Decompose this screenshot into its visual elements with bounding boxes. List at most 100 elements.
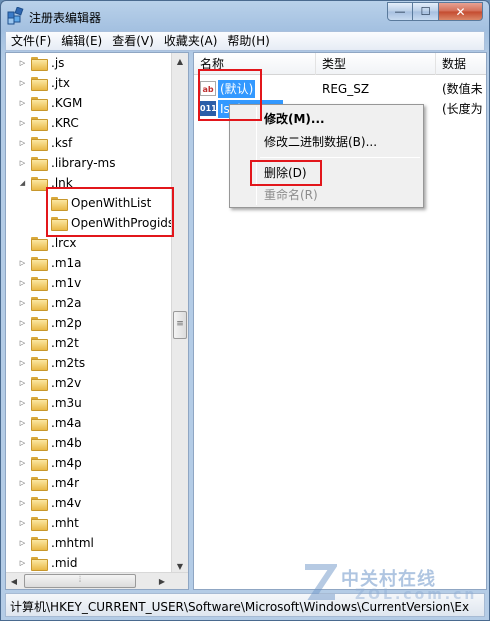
zol-logo-icon [305, 564, 337, 600]
tree-item[interactable]: ▷ .m1v [18, 273, 81, 293]
tree-item[interactable]: ▷ .m2v [18, 373, 81, 393]
menu-favorites[interactable]: 收藏夹(A) [159, 32, 223, 50]
tree-item[interactable]: ▷ .mid [18, 553, 77, 573]
tree-item[interactable]: ▷ .mhtml [18, 533, 94, 553]
expand-icon[interactable]: ▷ [18, 519, 27, 528]
scroll-up-icon[interactable]: ▲ [172, 53, 188, 69]
tree-item-label: .m4v [51, 496, 82, 510]
tree-item[interactable]: ▷ .m4p [18, 453, 82, 473]
menu-bar: 文件(F) 编辑(E) 查看(V) 收藏夹(A) 帮助(H) [5, 31, 485, 51]
minimize-button[interactable]: — [387, 2, 413, 21]
expand-icon[interactable]: ▷ [18, 459, 27, 468]
expand-icon[interactable]: ▷ [18, 59, 27, 68]
minimize-icon: — [394, 5, 406, 18]
tree-vertical-scrollbar[interactable]: ▲ ≡ ▼ [171, 53, 188, 574]
column-type[interactable]: 类型 [316, 53, 436, 75]
tree-hscroll-thumb[interactable]: ⦙ [24, 574, 136, 588]
window-title: 注册表编辑器 [29, 11, 102, 25]
menu-view[interactable]: 查看(V) [107, 32, 159, 50]
key-tree-pane[interactable]: ▷ .js ▷ .jtx ▷ .KGM ▷ .KRC ▷ .ksf ▷ .library-ms ◢ .ln… [5, 52, 189, 590]
folder-icon [31, 536, 48, 551]
expand-icon[interactable]: ▷ [18, 379, 27, 388]
tree-item-label: .mid [51, 556, 78, 570]
collapse-icon[interactable]: ◢ [18, 179, 27, 188]
expand-icon[interactable]: ▷ [18, 119, 27, 128]
close-button[interactable]: ✕ [439, 2, 483, 21]
menu-item-modify-binary[interactable]: 修改二进制数据(B)... [230, 131, 423, 153]
tree-item-label: .m4a [51, 416, 82, 430]
menu-file[interactable]: 文件(F) [6, 32, 56, 50]
tree-item-label: .library-ms [51, 156, 116, 170]
close-icon: ✕ [455, 4, 466, 19]
expand-icon[interactable]: ▷ [18, 319, 27, 328]
tree-item[interactable]: ▷ .m2p [18, 313, 82, 333]
menu-help[interactable]: 帮助(H) [222, 32, 274, 50]
expand-icon[interactable]: ▷ [18, 159, 27, 168]
expand-icon[interactable]: ▷ [18, 279, 27, 288]
tree-item[interactable]: ▷ .KRC [18, 113, 79, 133]
folder-icon [31, 376, 48, 391]
tree-item-label: .KRC [51, 116, 79, 130]
tree-item-label: .m4p [51, 456, 82, 470]
tree-item[interactable]: ▷ .m2ts [18, 353, 85, 373]
expand-icon[interactable]: ▷ [18, 499, 27, 508]
menu-edit[interactable]: 编辑(E) [56, 32, 107, 50]
column-data[interactable]: 数据 [436, 53, 486, 75]
value-data: (长度为 [442, 102, 483, 116]
tree-item-label: .m3u [51, 396, 82, 410]
expand-icon[interactable]: ▷ [18, 479, 27, 488]
expand-icon[interactable]: ▷ [18, 559, 27, 568]
expand-icon[interactable]: ▷ [18, 99, 27, 108]
tree-horizontal-scrollbar[interactable]: ◀ ⦙ ▶ [6, 572, 188, 589]
expand-icon[interactable]: ▷ [18, 299, 27, 308]
tree-item-label: .js [51, 56, 65, 70]
tree-item-label: .m2t [51, 336, 79, 350]
folder-icon [31, 456, 48, 471]
tree-item-label: .m1a [51, 256, 82, 270]
tree-item[interactable]: ▷ .m2a [18, 293, 82, 313]
folder-icon [31, 156, 48, 171]
tree-item[interactable]: ▷ .m3u [18, 393, 82, 413]
scroll-left-icon[interactable]: ◀ [6, 573, 22, 589]
expand-icon[interactable]: ▷ [18, 439, 27, 448]
tree-item[interactable]: ▷ .js [18, 53, 64, 73]
tree-item[interactable]: ▷ .m4a [18, 413, 82, 433]
tree-item-label: .m1v [51, 276, 82, 290]
tree-item[interactable]: ▷ .m1a [18, 253, 82, 273]
no-expander [18, 239, 27, 248]
highlight-delete [250, 160, 322, 186]
tree-item[interactable]: ▷ .ksf [18, 133, 72, 153]
expand-icon[interactable]: ▷ [18, 259, 27, 268]
tree-item[interactable]: ▷ .m4v [18, 493, 81, 513]
folder-icon [31, 116, 48, 131]
tree-item[interactable]: ▷ .mht [18, 513, 79, 533]
tree-item-label: .KGM [51, 96, 83, 110]
expand-icon[interactable]: ▷ [18, 359, 27, 368]
title-bar[interactable]: 注册表编辑器 — ☐ ✕ [1, 1, 489, 31]
expand-icon[interactable]: ▷ [18, 539, 27, 548]
expand-icon[interactable]: ▷ [18, 399, 27, 408]
tree-item-label: .ksf [51, 136, 73, 150]
tree-item[interactable]: ▷ .jtx [18, 73, 70, 93]
folder-icon [31, 496, 48, 511]
tree-scroll-thumb[interactable]: ≡ [173, 311, 187, 339]
maximize-button[interactable]: ☐ [413, 2, 439, 21]
tree-item[interactable]: ▷ .m2t [18, 333, 79, 353]
highlight-subkeys [46, 187, 174, 237]
tree-item[interactable]: ▷ .m4r [18, 473, 79, 493]
tree-item[interactable]: ▷ .library-ms [18, 153, 115, 173]
tree-item[interactable]: ▷ .m4b [18, 433, 82, 453]
expand-icon[interactable]: ▷ [18, 139, 27, 148]
tree-item[interactable]: ▷ .KGM [18, 93, 82, 113]
scroll-right-icon[interactable]: ▶ [154, 573, 170, 589]
tree-item-label: .m2ts [51, 356, 86, 370]
menu-item-rename: 重命名(R) [264, 188, 318, 202]
value-type: REG_SZ [322, 82, 370, 96]
expand-icon[interactable]: ▷ [18, 419, 27, 428]
expand-icon[interactable]: ▷ [18, 339, 27, 348]
folder-icon [31, 256, 48, 271]
expand-icon[interactable]: ▷ [18, 79, 27, 88]
tree-item-label: .m4r [51, 476, 80, 490]
tree-item-label: .lrcx [51, 236, 77, 250]
folder-icon [31, 356, 48, 371]
